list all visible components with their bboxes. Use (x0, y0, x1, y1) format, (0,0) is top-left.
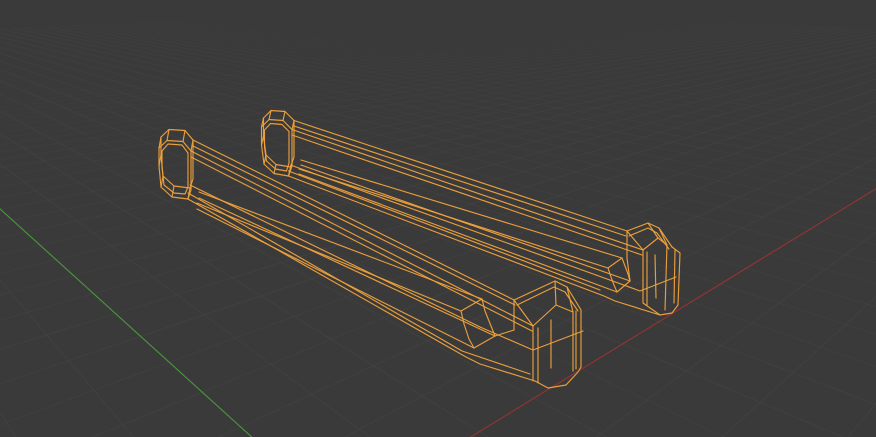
3d-viewport[interactable] (0, 0, 876, 437)
viewport-canvas[interactable] (0, 0, 876, 437)
